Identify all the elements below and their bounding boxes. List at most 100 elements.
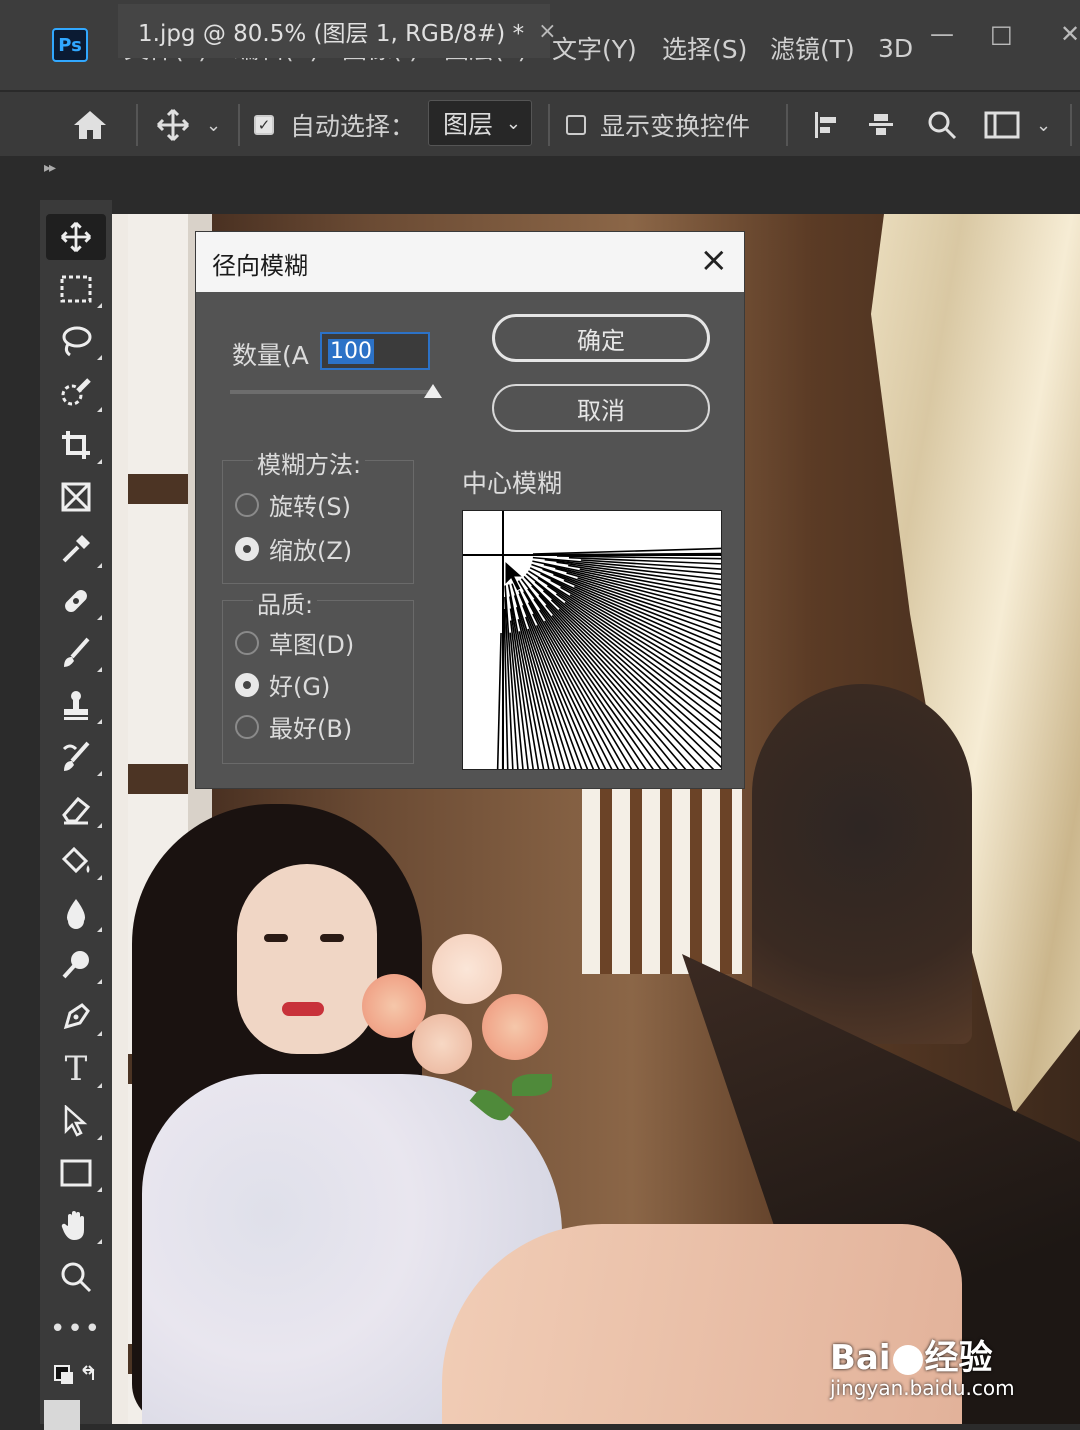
tool-preset-chevron-down-icon[interactable]: ⌄	[206, 92, 221, 158]
method-zoom-label: 缩放(Z)	[269, 531, 352, 566]
watermark-brand-left: Bai	[830, 1338, 891, 1378]
minimize-button[interactable]: —	[930, 20, 954, 48]
checkbox-unchecked-icon	[566, 115, 586, 135]
marquee-tool-icon[interactable]	[46, 266, 106, 312]
quick-selection-tool-icon[interactable]	[46, 370, 106, 416]
brush-tool-icon[interactable]	[46, 630, 106, 676]
blur-center-label: 中心模糊	[462, 464, 562, 500]
blur-method-title: 模糊方法:	[253, 445, 365, 480]
foreground-color-swatch[interactable]	[44, 1400, 80, 1430]
crop-tool-icon[interactable]	[46, 422, 106, 468]
radio-selected-icon	[235, 537, 259, 561]
radio-unselected-icon	[235, 631, 259, 655]
photoshop-logo: Ps	[52, 28, 88, 62]
method-spin-label: 旋转(S)	[269, 487, 351, 522]
method-zoom-option[interactable]: 缩放(Z)	[235, 531, 352, 566]
align-center-icon[interactable]	[866, 92, 896, 158]
right-eye	[320, 934, 344, 942]
preview-ray	[541, 574, 721, 726]
quality-good-option[interactable]: 好(G)	[235, 667, 330, 702]
restore-button[interactable]: □	[990, 20, 1013, 48]
path-selection-tool-icon[interactable]	[46, 1098, 106, 1144]
close-window-button[interactable]: ✕	[1060, 20, 1080, 48]
hand-tool-icon[interactable]	[46, 1202, 106, 1248]
menu-filter[interactable]: 滤镜(T)	[770, 28, 855, 68]
preview-ray	[494, 633, 502, 769]
expand-panels-icon[interactable]: ▸▸	[44, 160, 54, 176]
tools-panel: T •••	[40, 200, 112, 1424]
healing-brush-tool-icon[interactable]	[46, 578, 106, 624]
window-grill	[582, 774, 742, 974]
align-left-icon[interactable]	[812, 92, 842, 158]
more-tools-icon[interactable]: •••	[46, 1306, 106, 1352]
pen-tool-icon[interactable]	[46, 994, 106, 1040]
auto-select-target-value: 图层	[443, 105, 493, 141]
search-icon[interactable]	[926, 92, 958, 158]
dialog-title-bar: 径向模糊 ×	[196, 232, 744, 292]
zoom-tool-icon[interactable]	[46, 1254, 106, 1300]
lasso-tool-icon[interactable]	[46, 318, 106, 364]
show-transform-label: 显示变换控件	[600, 92, 750, 158]
quality-title: 品质:	[253, 585, 317, 620]
amount-slider[interactable]	[230, 390, 436, 394]
blur-center-preview[interactable]	[462, 510, 722, 770]
clone-stamp-tool-icon[interactable]	[46, 682, 106, 728]
watermark-url: jingyan.baidu.com	[830, 1376, 1015, 1400]
divider	[548, 104, 550, 146]
auto-select-target-dropdown[interactable]: 图层 ⌄	[428, 100, 532, 146]
radio-unselected-icon	[235, 715, 259, 739]
divider	[786, 104, 788, 146]
options-bar: ⌄ ✓ 自动选择： 图层 ⌄ 显示变换控件 ⌄	[0, 90, 1080, 158]
dodge-tool-icon[interactable]	[46, 942, 106, 988]
rectangle-tool-icon[interactable]	[46, 1150, 106, 1196]
quality-best-option[interactable]: 最好(B)	[235, 709, 352, 744]
show-transform-checkbox[interactable]	[566, 92, 586, 158]
menu-type[interactable]: 文字(Y)	[552, 28, 637, 68]
home-icon[interactable]	[72, 92, 108, 158]
leaf	[470, 1084, 515, 1127]
eraser-tool-icon[interactable]	[46, 786, 106, 832]
lips	[282, 1002, 324, 1016]
ok-button[interactable]: 确定	[492, 314, 710, 362]
move-tool-icon[interactable]	[156, 92, 190, 158]
flower-bouquet	[352, 934, 552, 1124]
cancel-button[interactable]: 取消	[492, 384, 710, 432]
quality-draft-option[interactable]: 草图(D)	[235, 625, 354, 660]
document-tab-row	[0, 156, 1080, 214]
radial-blur-dialog: 径向模糊 × 数量(A 100 确定 取消 模糊方法: 旋转(S) 缩放(Z) …	[196, 232, 744, 788]
workspace-chevron-down-icon[interactable]: ⌄	[1036, 92, 1051, 158]
amount-label: 数量(A	[232, 336, 309, 372]
mouse-cursor-icon	[505, 561, 523, 591]
chevron-down-icon: ⌄	[506, 113, 521, 134]
divider	[1070, 104, 1072, 146]
close-tab-icon[interactable]: ×	[538, 19, 556, 44]
paint-bucket-tool-icon[interactable]	[46, 838, 106, 884]
blur-method-group: 模糊方法: 旋转(S) 缩放(Z)	[222, 460, 414, 584]
move-tool-icon[interactable]	[46, 214, 106, 260]
document-tab[interactable]: 1.jpg @ 80.5% (图层 1, RGB/8#) * ×	[118, 4, 550, 58]
rose	[432, 934, 502, 1004]
auto-select-checkbox[interactable]: ✓	[254, 92, 274, 158]
amount-input[interactable]: 100	[320, 332, 430, 370]
menu-select[interactable]: 选择(S)	[662, 28, 747, 68]
amount-slider-thumb[interactable]	[424, 384, 442, 398]
close-icon[interactable]: ×	[700, 240, 729, 280]
frame-tool-icon[interactable]	[46, 474, 106, 520]
amount-value: 100	[328, 339, 374, 364]
method-spin-option[interactable]: 旋转(S)	[235, 487, 351, 522]
document-tab-title: 1.jpg @ 80.5% (图层 1, RGB/8#) *	[138, 14, 524, 48]
watermark-brand-right: 经验	[925, 1338, 993, 1378]
dialog-title: 径向模糊	[212, 246, 308, 281]
eyedropper-tool-icon[interactable]	[46, 526, 106, 572]
preview-ray	[533, 544, 721, 554]
baidu-paw-icon	[893, 1345, 923, 1375]
workspace-icon[interactable]	[984, 92, 1020, 158]
quality-good-label: 好(G)	[269, 667, 330, 702]
menu-3d[interactable]: 3D	[878, 28, 913, 68]
blur-tool-icon[interactable]	[46, 890, 106, 936]
zoom-rays-preview	[463, 511, 721, 769]
history-brush-tool-icon[interactable]	[46, 734, 106, 780]
type-tool-icon[interactable]: T	[46, 1046, 106, 1092]
swap-colors-icon[interactable]	[46, 1356, 106, 1402]
left-eye	[264, 934, 288, 942]
